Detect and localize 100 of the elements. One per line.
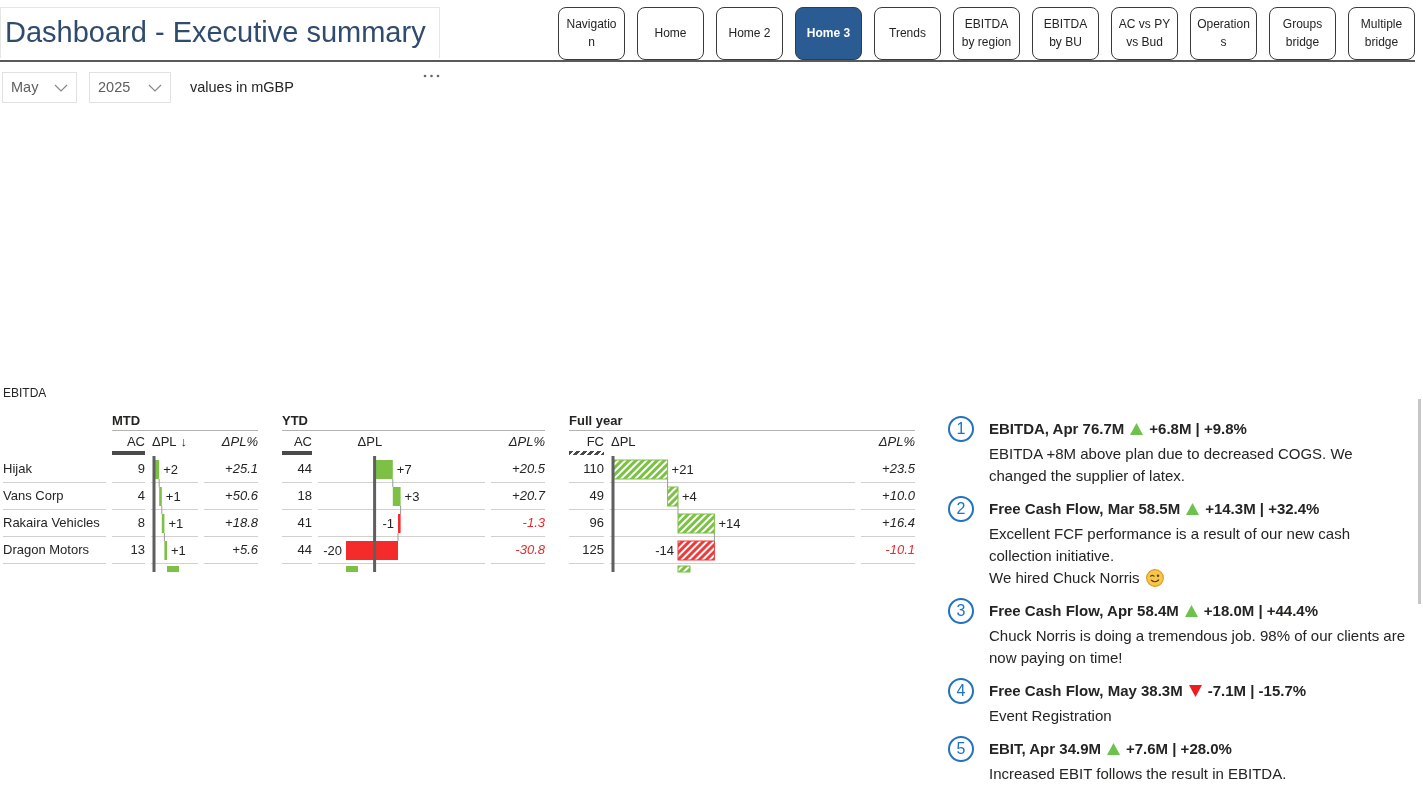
comment-text: Chuck Norris is doing a tremendous job. 98% of our clients are now paying on time! [989,626,1407,668]
month-dropdown[interactable]: May [2,72,77,103]
nav-button[interactable]: Home 2 [716,7,783,60]
column-header: FC [586,434,604,450]
sort-arrow-icon[interactable]: ↓ [180,434,188,456]
column-header: ΔPL [357,434,383,451]
waterfall-bar [159,487,162,506]
table-cell: 9 [112,456,145,483]
nav-button[interactable]: Operations [1190,7,1257,60]
column-group-header: YTD [282,411,545,431]
up-triangle-icon [1107,743,1120,755]
bar-value-label: -1 [382,516,394,531]
table-cell: +23.5 [861,456,915,483]
column-header: ΔPL [611,434,636,451]
column-header: AC [126,434,145,450]
bar-value-label: +14 [718,516,741,531]
comment-title: EBITDA, Apr 76.7M [989,419,1125,439]
solid-bar-icon [112,451,145,455]
waterfall-bar [398,514,401,533]
table-cell: -1.3 [491,510,545,537]
table-cell: +25.1 [204,456,258,483]
waterfall-bar [164,541,167,560]
column-header: ΔPL% [507,433,545,451]
comment-title: EBIT, Apr 34.9M [989,739,1101,759]
chevron-down-icon [54,83,68,92]
item-number: 1 [948,416,974,442]
column-header: ΔPL [152,434,177,451]
waterfall-bar [677,540,715,561]
bar-value-label: +2 [163,462,179,477]
row-label: Vans Corp [3,483,106,510]
table-cell: 13 [112,537,145,564]
column-group-header: MTD [112,411,258,431]
comment-change: +7.6M | +28.0% [1126,739,1232,759]
down-triangle-icon [1188,685,1202,697]
solid-bar-icon [282,451,312,455]
bar-value-label: -20 [323,543,342,558]
waterfall-bar [667,486,679,507]
comment-title: Free Cash Flow, Apr 58.4M [989,601,1179,621]
cut-off-bar [167,566,179,572]
table-cell: +16.4 [861,510,915,537]
table-cell: +20.7 [491,483,545,510]
comment-change: -7.1M | -15.7% [1207,681,1307,701]
comment-text: Event Registration [989,706,1112,726]
up-triangle-icon [1186,503,1200,515]
comment-change: +6.8M | +9.8% [1149,419,1247,439]
row-label: Hijak [3,456,106,483]
table-cell: +18.8 [204,510,258,537]
row-label: Dragon Motors [3,537,106,564]
scrollbar-thumb[interactable] [1418,399,1421,604]
table-cell: 125 [569,537,604,564]
more-options-icon[interactable] [423,74,440,78]
up-triangle-icon [1130,423,1144,435]
bar-value-label: +3 [404,489,420,504]
comment-text: We hired Chuck Norris [989,569,1140,586]
bar-value-label: +21 [671,462,694,477]
waterfall-bar [612,459,669,480]
table-cell: 110 [569,456,604,483]
bar-value-label: +1 [171,543,186,558]
comment-title: Free Cash Flow, May 38.3M [989,681,1183,701]
nav-button[interactable]: Groups bridge [1269,7,1336,60]
winking-face-icon [1145,569,1164,587]
nav-button[interactable]: EBITDA by region [953,7,1020,60]
waterfall-bar [346,541,398,560]
comment-text: Increased EBIT follows the result in EBITDA. [989,764,1287,784]
waterfall-bar [392,487,401,506]
table-cell: 8 [112,510,145,537]
waterfall-bar [677,513,715,534]
column-header: AC [293,434,312,450]
table-cell: +20.5 [491,456,545,483]
table-cell: -30.8 [491,537,545,564]
table-cell: +50.6 [204,483,258,510]
bar-value-label: +7 [396,462,412,477]
table-cell: 44 [282,456,312,483]
chevron-down-icon [148,83,162,92]
table-cell: +10.0 [861,483,915,510]
comment-change: +18.0M | +44.4% [1203,601,1319,621]
units-note: values in mGBP [190,77,294,97]
cut-off-bar [677,565,691,573]
table-cell: 49 [569,483,604,510]
column-group-header: Full year [569,411,915,431]
waterfall-bar [161,514,165,533]
table-cell: 4 [112,483,145,510]
table-cell: 96 [569,510,604,537]
row-label: Rakaira Vehicles [3,510,106,537]
comment-title: Free Cash Flow, Mar 58.5M [989,499,1181,519]
up-triangle-icon [1184,605,1198,617]
page-title: Dashboard - Executive summary [0,7,440,58]
table-cell: 41 [282,510,312,537]
nav-button[interactable]: Multiple bridge [1348,7,1415,60]
year-dropdown[interactable]: 2025 [89,72,171,103]
nav-button[interactable]: Navigation [558,7,625,60]
table-cell: -10.1 [861,537,915,564]
nav-button[interactable]: Home [637,7,704,60]
nav-button[interactable]: AC vs PY vs Bud [1111,7,1178,60]
bar-value-label: +4 [682,489,697,504]
nav-button[interactable]: EBITDA by BU [1032,7,1099,60]
nav-button[interactable]: Home 3 [795,7,862,60]
column-header: ΔPL% [877,433,915,451]
bar-value-label: -14 [655,543,674,558]
nav-button[interactable]: Trends [874,7,941,60]
